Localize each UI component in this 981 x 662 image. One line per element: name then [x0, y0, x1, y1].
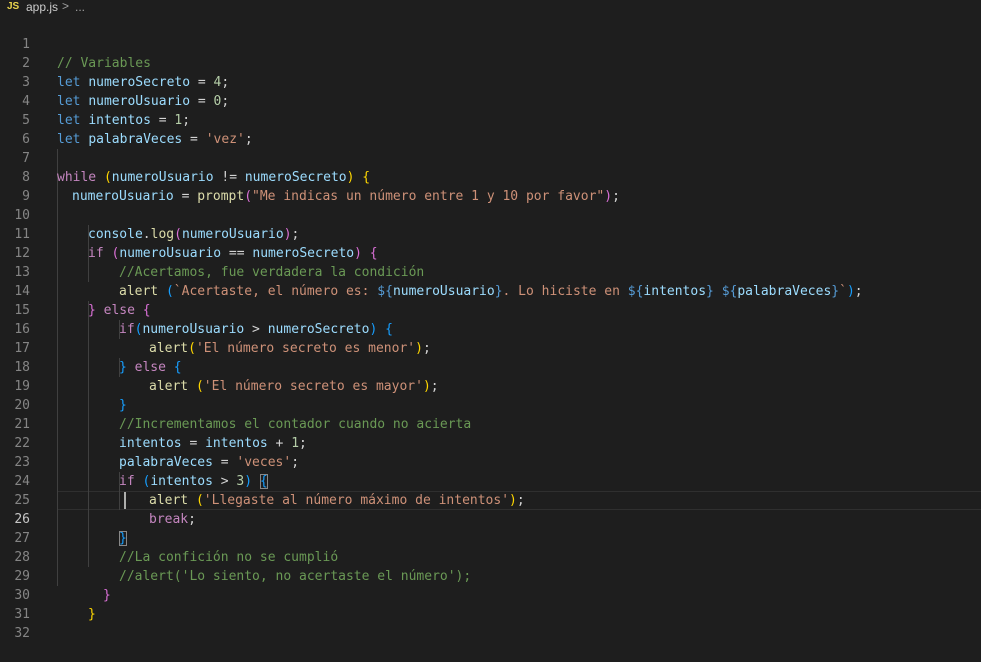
code-line[interactable]: 10 console.log(numeroUsuario);	[0, 187, 981, 242]
code-line[interactable]: 32	[0, 605, 981, 641]
code-line[interactable]: 23 if (intentos > 3) {	[0, 434, 981, 489]
code-line[interactable]: 24 alert ('Llegaste al número máximo de …	[0, 453, 981, 508]
line-number: 32	[14, 626, 30, 641]
text-cursor	[124, 492, 126, 509]
chevron-right-icon: >	[62, 0, 70, 13]
code-line[interactable]: 19 }	[0, 358, 981, 413]
code-line[interactable]: 3 let numeroUsuario = 0;	[0, 54, 981, 109]
code-line[interactable]: 29 }	[0, 548, 981, 603]
code-line[interactable]: 30 }	[0, 567, 981, 622]
code-editor[interactable]: 1 // Variables 2 let numeroSecreto = 4; …	[0, 16, 981, 641]
breadcrumb-symbols[interactable]: ...	[75, 0, 85, 14]
code-line[interactable]: 31	[0, 586, 981, 622]
code-line[interactable]: 22 palabraVeces = 'veces';	[0, 415, 981, 470]
code-line[interactable]: 27 //La confición no se cumplió	[0, 510, 981, 565]
code-line[interactable]: 11 if (numeroUsuario == numeroSecreto) {	[0, 206, 981, 261]
breadcrumb-file-name[interactable]: app.js	[26, 0, 58, 14]
code-line[interactable]: 8 numeroUsuario = prompt("Me indicas un …	[0, 149, 981, 204]
code-line[interactable]: 15 if(numeroUsuario > numeroSecreto) {	[0, 282, 981, 337]
code-line[interactable]: 2 let numeroSecreto = 4;	[0, 35, 981, 90]
code-line[interactable]: 1 // Variables	[0, 16, 981, 71]
code-line[interactable]: 14 } else {	[0, 263, 981, 318]
code-line[interactable]: 16 alert('El número secreto es menor');	[0, 301, 981, 356]
code-line[interactable]: 7 while (numeroUsuario != numeroSecreto)…	[0, 130, 981, 185]
code-line[interactable]: 18 alert ('El número secreto es mayor');	[0, 339, 981, 394]
code-line[interactable]: 4 let intentos = 1;	[0, 73, 981, 128]
javascript-file-icon: JS	[7, 1, 20, 12]
code-line[interactable]: 5 let palabraVeces = 'vez';	[0, 92, 981, 147]
code-line[interactable]: 20 //Incrementamos el contador cuando no…	[0, 377, 981, 432]
code-line[interactable]: 25 break;	[0, 472, 981, 527]
code-line[interactable]: 13 alert (`Acertaste, el número es: ${nu…	[0, 244, 981, 299]
code-line[interactable]: 21 intentos = intentos + 1;	[0, 396, 981, 451]
code-line[interactable]: 9	[0, 168, 981, 204]
code-line[interactable]: 17 } else {	[0, 320, 981, 375]
code-line[interactable]: 12 //Acertamos, fue verdadera la condici…	[0, 225, 981, 280]
breadcrumb: JS app.js > ...	[0, 0, 981, 14]
code-line[interactable]: 6	[0, 111, 981, 147]
code-line[interactable]: 28 //alert('Lo siento, no acertaste el n…	[0, 529, 981, 584]
code-line-active[interactable]: 26 }	[0, 491, 981, 546]
